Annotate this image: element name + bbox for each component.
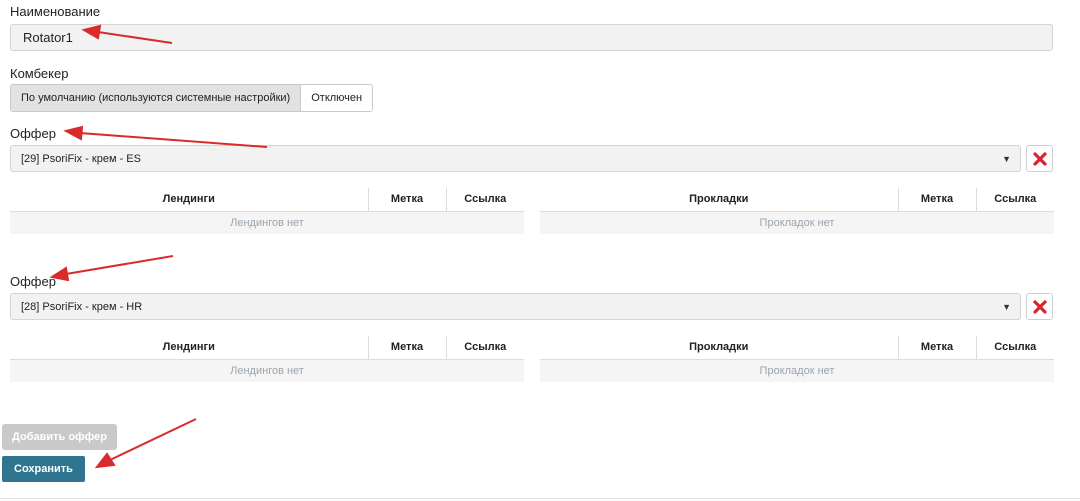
annotation-arrows bbox=[49, 24, 268, 469]
annotation-arrow bbox=[49, 255, 174, 282]
link-column-header: Ссылка bbox=[445, 188, 524, 212]
tag-column-header: Метка bbox=[897, 336, 976, 360]
combacker-disabled-option[interactable]: Отключен bbox=[301, 85, 373, 111]
link-column-header: Ссылка bbox=[975, 188, 1054, 212]
name-label: Наименование bbox=[10, 4, 101, 19]
tag-column-header: Метка bbox=[897, 188, 976, 212]
offer-select[interactable]: [28] PsoriFix - крем - HR ▼ bbox=[10, 293, 1021, 320]
prelandings-empty-message: Прокладок нет bbox=[540, 359, 1054, 382]
offer-select-value: [28] PsoriFix - крем - HR bbox=[21, 301, 143, 313]
close-icon bbox=[1032, 299, 1047, 314]
offer-label: Оффер bbox=[10, 126, 56, 141]
caret-down-icon: ▼ bbox=[1002, 154, 1011, 164]
tag-column-header: Метка bbox=[367, 188, 446, 212]
combacker-toggle: По умолчанию (используются системные нас… bbox=[10, 84, 374, 112]
divider bbox=[0, 498, 1080, 499]
prelandings-column-header: Прокладки bbox=[540, 188, 898, 212]
link-column-header: Ссылка bbox=[975, 336, 1054, 360]
tag-column-header: Метка bbox=[367, 336, 446, 360]
prelandings-column-header: Прокладки bbox=[540, 336, 898, 360]
landings-column-header: Лендинги bbox=[10, 336, 368, 360]
offer-select[interactable]: [29] PsoriFix - крем - ES ▼ bbox=[10, 145, 1021, 172]
close-icon bbox=[1032, 151, 1047, 166]
save-button[interactable]: Сохранить bbox=[2, 456, 85, 482]
landings-column-header: Лендинги bbox=[10, 188, 368, 212]
combacker-label: Комбекер bbox=[10, 66, 69, 81]
name-input[interactable]: Rotator1 bbox=[10, 24, 1053, 51]
landings-empty-message: Лендингов нет bbox=[10, 211, 524, 234]
landings-table: Лендинги Метка Ссылка Лендингов нет bbox=[10, 188, 524, 234]
link-column-header: Ссылка bbox=[445, 336, 524, 360]
prelandings-empty-message: Прокладок нет bbox=[540, 211, 1054, 234]
landings-empty-message: Лендингов нет bbox=[10, 359, 524, 382]
annotation-arrow bbox=[63, 125, 268, 148]
combacker-default-option[interactable]: По умолчанию (используются системные нас… bbox=[11, 85, 302, 111]
prelandings-table: Прокладки Метка Ссылка Прокладок нет bbox=[540, 188, 1054, 234]
caret-down-icon: ▼ bbox=[1002, 302, 1011, 312]
offer-label: Оффер bbox=[10, 274, 56, 289]
remove-offer-button[interactable] bbox=[1026, 293, 1053, 320]
offer-select-value: [29] PsoriFix - крем - ES bbox=[21, 153, 141, 165]
add-offer-button[interactable]: Добавить оффер bbox=[2, 424, 117, 450]
remove-offer-button[interactable] bbox=[1026, 145, 1053, 172]
landings-table: Лендинги Метка Ссылка Лендингов нет bbox=[10, 336, 524, 382]
prelandings-table: Прокладки Метка Ссылка Прокладок нет bbox=[540, 336, 1054, 382]
